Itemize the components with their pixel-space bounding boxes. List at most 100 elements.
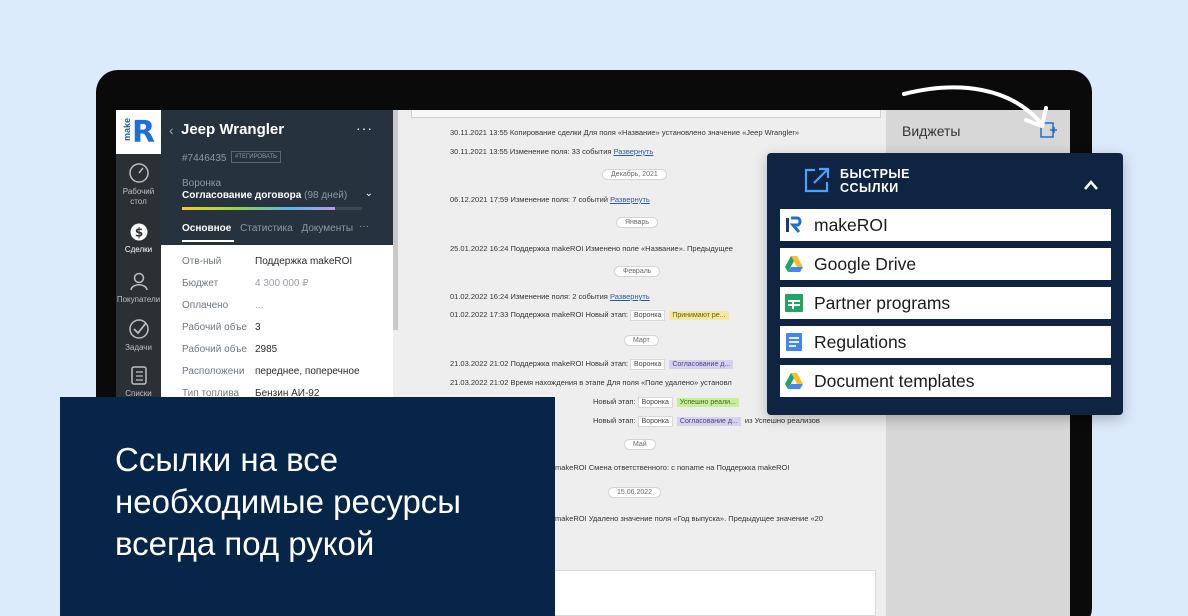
feed-event: 01.02.2022 16:24 Изменение поля: 2 событ…	[450, 292, 650, 301]
field-value: Поддержка makeROI	[255, 256, 353, 267]
event-text: 21.03.2022 21:02 Время нахождения в этап…	[450, 378, 732, 387]
funnel-chip: Воронка	[630, 310, 666, 321]
stage-select[interactable]: Согласование договора (98 дней)	[182, 190, 347, 201]
field-value: 2985	[255, 344, 278, 355]
feed-event: Новый этап: Воронка Согласование д... из У…	[593, 416, 820, 427]
stage-name: Согласование договора	[182, 190, 302, 201]
field-row[interactable]: Рабочий объе 3	[182, 316, 388, 338]
money-bag-icon: $	[130, 223, 147, 241]
rail-item-lists[interactable]: Списки	[116, 364, 161, 399]
field-row[interactable]: Оплачено...	[182, 294, 388, 316]
event-text: 06.12.2021 17:59 Изменение поля: 7 событ…	[450, 195, 608, 204]
tag-button[interactable]: #ТЕГИРОВАТЬ	[231, 151, 282, 163]
feed-input-top	[411, 110, 881, 118]
quick-link-label: Document templates	[814, 371, 975, 391]
quick-links-title: БЫСТРЫЕ ССЫЛКИ	[840, 167, 910, 195]
rail-item-tasks[interactable]: Задачи	[116, 318, 161, 353]
funnel-chip: Воронка	[630, 359, 666, 370]
quick-link-regulations[interactable]: Regulations	[780, 326, 1111, 358]
collapse-chevron-icon[interactable]	[1083, 179, 1099, 191]
rail-item-dashboard[interactable]: Рабочий стол	[116, 162, 161, 207]
tab-main[interactable]: Основное	[182, 223, 231, 234]
feed-event: 25.01.2022 16:24 Поддержка makeROI Измен…	[450, 244, 733, 253]
event-text: 30.11.2021 13:55 Копирование сделки Для …	[450, 128, 800, 137]
back-chevron-icon[interactable]: ‹	[169, 122, 174, 138]
google-sheets-icon	[785, 294, 803, 312]
field-key: Рабочий объе	[182, 344, 247, 355]
stage-chip: Принимают ре...	[669, 311, 729, 320]
quick-link-makeroi[interactable]: makeROI	[780, 209, 1111, 241]
feed-event: makeROI Смена ответственного: с noname н…	[555, 463, 789, 472]
field-key: Отв-ный	[182, 256, 222, 267]
makeroi-logo-icon	[786, 216, 802, 233]
stage-progress	[182, 207, 362, 210]
google-docs-icon	[786, 333, 802, 351]
quick-link-label: makeROI	[814, 215, 888, 235]
quick-link-label: Google Drive	[814, 254, 917, 274]
feed-event: 21.03.2022 21:02 Поддержка makeROI Новый…	[450, 359, 735, 370]
field-row[interactable]: Расположени переднее, поперечное	[182, 360, 388, 382]
external-link-icon	[804, 167, 830, 193]
date-separator: 15.06.2022	[608, 487, 662, 498]
date-separator: Март	[624, 335, 659, 346]
date-separator: Февраль	[614, 266, 661, 277]
svg-text:$: $	[134, 226, 142, 240]
stage-chip: Согласование д...	[669, 360, 734, 369]
tabs-more-button[interactable]: ···	[359, 221, 369, 232]
field-value: 4 300 000 ₽	[255, 278, 309, 289]
rail-item-customers[interactable]: Покупатели	[116, 270, 161, 305]
deal-id: #7446435	[182, 153, 227, 164]
caption-box: Ссылки на все необходимые ресурсы всегда…	[60, 397, 555, 616]
field-key: Рабочий объе	[182, 322, 247, 333]
field-value: ...	[255, 300, 264, 311]
feed-event: makeROI Удалено значение поля «Год выпус…	[555, 514, 823, 523]
chevron-down-icon[interactable]: ⌄	[365, 188, 373, 199]
field-row[interactable]: Отв-ный Поддержка makeROI	[182, 250, 388, 272]
field-row[interactable]: Рабочий объе 2985	[182, 338, 388, 360]
lists-icon	[130, 366, 147, 385]
date-separator: Декабрь, 2021	[602, 169, 667, 180]
expand-link[interactable]: Развернуть	[610, 195, 650, 204]
tasks-check-icon	[128, 319, 149, 339]
funnel-chip: Воронка	[637, 397, 673, 408]
field-key: Расположени	[182, 366, 245, 377]
event-text: Новый этап:	[593, 397, 636, 406]
app-logo[interactable]: make R	[116, 110, 161, 154]
field-row[interactable]: Бюджет 4 300 000 ₽	[182, 272, 388, 294]
quick-link-document-templates[interactable]: Document templates	[780, 365, 1111, 397]
quick-link-google-drive[interactable]: Google Drive	[780, 248, 1111, 280]
pointer-arrow-icon	[902, 85, 1048, 128]
tab-underline	[182, 240, 234, 242]
date-separator: Январь	[616, 217, 658, 228]
feed-event: 30.11.2021 13:55 Копирование сделки Для …	[450, 128, 799, 137]
quick-link-partner-programs[interactable]: Partner programs	[780, 287, 1111, 319]
feed-event: 21.03.2022 21:02 Время нахождения в этап…	[450, 378, 732, 387]
event-tail: из Успешно реализов	[744, 416, 820, 425]
customers-icon	[129, 272, 148, 291]
deal-title: Jeep Wrangler	[181, 121, 285, 138]
event-text: 01.02.2022 17:33 Поддержка makeROI Новый…	[450, 310, 629, 319]
expand-link[interactable]: Развернуть	[614, 147, 654, 156]
field-key: Бюджет	[182, 278, 219, 289]
tab-documents[interactable]: Документы	[301, 223, 353, 234]
feed-scrollbar[interactable]	[393, 110, 398, 330]
feed-event: 30.11.2021 13:55 Изменение поля: 33 собы…	[450, 147, 653, 156]
deal-menu-button[interactable]: ···	[356, 120, 373, 136]
feed-event: 01.02.2022 17:33 Поддержка makeROI Новый…	[450, 310, 731, 321]
rail-item-deals[interactable]: $ Сделки	[116, 220, 161, 255]
quick-links-widget: БЫСТРЫЕ ССЫЛКИ makeROI Google Drive Part…	[767, 153, 1123, 415]
quick-link-label: Partner programs	[814, 293, 951, 313]
rail-label: Рабочий стол	[122, 187, 155, 206]
funnel-label: Воронка	[182, 178, 222, 189]
dashboard-icon	[128, 163, 149, 183]
stage-progress-fill	[182, 207, 335, 210]
google-drive-icon	[785, 373, 803, 389]
expand-link[interactable]: Развернуть	[610, 292, 650, 301]
stage-chip: Успешно реали...	[676, 398, 739, 407]
event-text: 01.02.2022 16:24 Изменение поля: 2 событ…	[450, 292, 608, 301]
field-value: переднее, поперечное	[255, 366, 360, 377]
field-key: Оплачено	[182, 300, 229, 311]
tab-stats[interactable]: Статистика	[240, 223, 293, 234]
field-value: 3	[255, 322, 261, 333]
deal-fields: Отв-ный Поддержка makeROI Бюджет 4 300 000…	[182, 250, 388, 404]
